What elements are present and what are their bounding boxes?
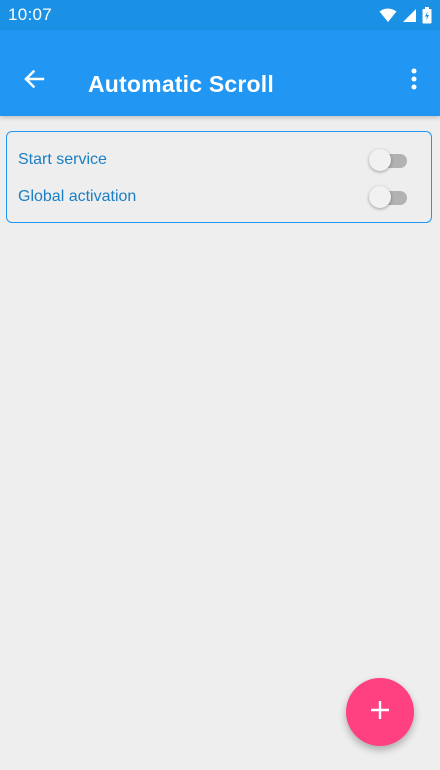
setting-row-global-activation: Global activation [7, 179, 431, 215]
status-bar: 10:07 [0, 0, 440, 30]
app-bar: Automatic Scroll [0, 30, 440, 116]
start-service-label: Start service [18, 151, 107, 168]
switch-thumb [369, 186, 391, 208]
global-activation-label: Global activation [18, 188, 137, 205]
status-icons [379, 6, 432, 24]
add-fab-button[interactable] [346, 678, 414, 746]
overflow-menu-button[interactable] [402, 63, 426, 99]
switch-thumb [369, 149, 391, 171]
settings-card: Start service Global activation [6, 131, 432, 223]
start-service-switch[interactable] [369, 149, 407, 171]
more-vert-icon [411, 68, 417, 95]
status-time: 10:07 [8, 5, 53, 24]
arrow-back-icon [23, 68, 45, 95]
cellular-signal-icon [402, 8, 417, 23]
setting-row-start-service: Start service [7, 142, 431, 178]
wifi-icon [379, 8, 397, 23]
battery-icon [422, 6, 432, 24]
page-title: Automatic Scroll [88, 71, 274, 97]
global-activation-switch[interactable] [369, 186, 407, 208]
back-button[interactable] [14, 61, 54, 101]
add-icon [370, 700, 390, 724]
